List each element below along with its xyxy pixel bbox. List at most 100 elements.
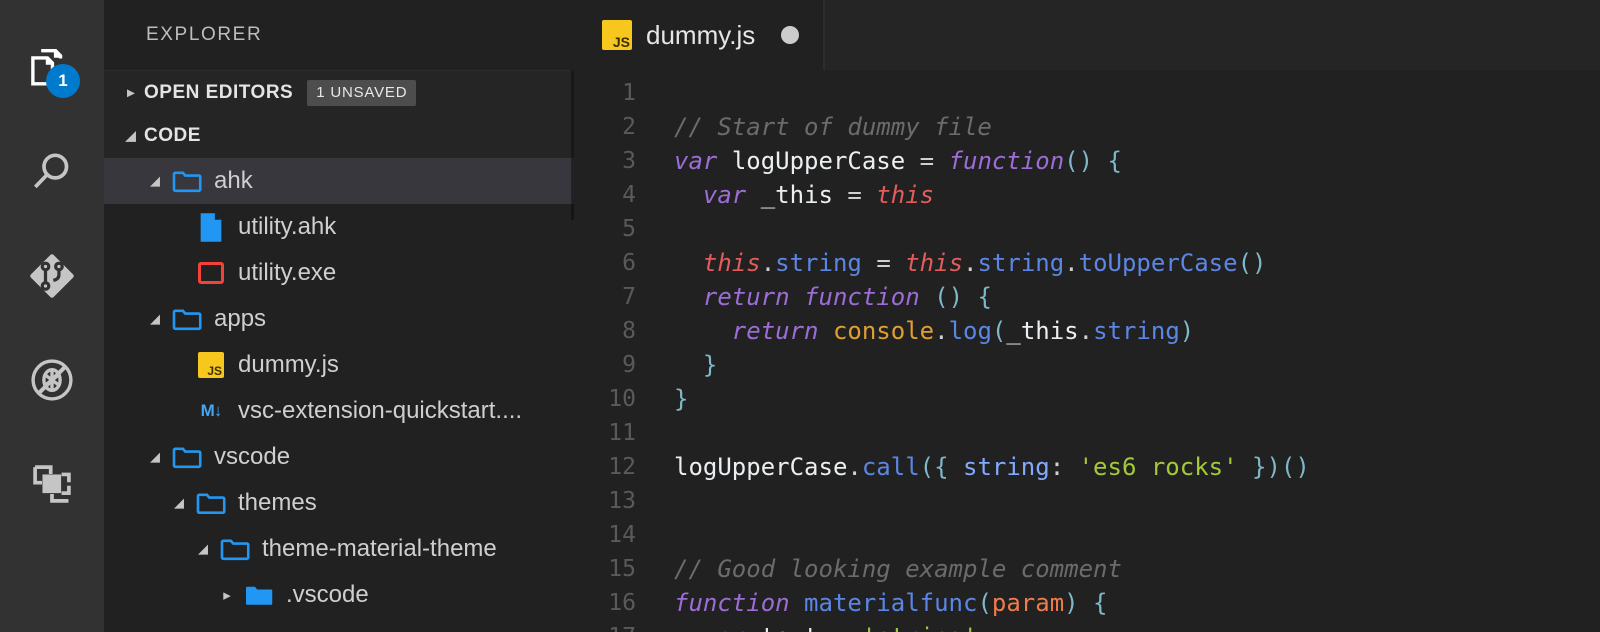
line-number: 5 <box>622 216 636 242</box>
explorer-sidebar: EXPLORER OPEN EDITORS 1 UNSAVED CODE ahk… <box>104 0 574 632</box>
line-number-gutter: 1234567891011121314151617 <box>574 76 650 632</box>
line-number: 4 <box>622 182 636 208</box>
explorer-badge: 1 <box>46 64 80 98</box>
line-number: 1 <box>622 80 636 106</box>
line-number: 2 <box>622 114 636 140</box>
code-line[interactable] <box>674 484 1600 518</box>
activity-item-source-control[interactable] <box>0 224 104 328</box>
line-number: 15 <box>608 556 636 582</box>
sidebar-scrollbar[interactable] <box>571 70 574 220</box>
tree-item-vscode[interactable]: vscode <box>104 434 574 480</box>
chevron-right-icon[interactable] <box>214 586 240 604</box>
debug-no-icon <box>25 353 79 407</box>
extensions-icon <box>26 458 78 510</box>
file-js-icon: JS <box>602 20 632 50</box>
chevron-down-icon[interactable] <box>190 541 216 557</box>
code-line[interactable] <box>674 518 1600 552</box>
tree-item-theme-material-theme[interactable]: theme-material-theme <box>104 526 574 572</box>
code-line[interactable]: // Good looking example comment <box>674 552 1600 586</box>
file-exe-icon <box>192 262 230 284</box>
editor-tab-bar: JS dummy.js <box>574 0 1600 70</box>
line-number: 17 <box>574 620 636 632</box>
file-tree: ahk utility.ahk utility.exe apps JS dummy.js M… <box>104 158 574 632</box>
folder-open-icon <box>192 491 230 515</box>
code-line[interactable]: var text = 'string'; <box>674 620 1600 632</box>
folder-open-icon <box>216 537 254 561</box>
tree-item-vsc-extension-quickstart[interactable]: M↓ vsc-extension-quickstart.... <box>104 388 574 434</box>
line-number: 12 <box>608 454 636 480</box>
section-open-editors[interactable]: OPEN EDITORS 1 UNSAVED <box>104 70 574 114</box>
activity-item-extensions[interactable] <box>0 432 104 536</box>
code-line[interactable]: // Start of dummy file <box>674 110 1600 144</box>
code-line[interactable]: logUpperCase.call({ string: 'es6 rocks' … <box>674 450 1600 484</box>
chevron-down-icon[interactable] <box>142 173 168 189</box>
chevron-down-icon[interactable] <box>166 495 192 511</box>
folder-solid-icon <box>240 583 278 607</box>
chevron-right-icon[interactable] <box>118 84 144 101</box>
activity-item-search[interactable] <box>0 120 104 224</box>
tree-item-label: vscode <box>214 443 291 470</box>
file-ahk-icon <box>192 212 230 243</box>
tree-item-dummy-js[interactable]: JS dummy.js <box>104 342 574 388</box>
line-number: 13 <box>608 488 636 514</box>
tree-item-label: ahk <box>214 167 253 194</box>
tab-dummy-js[interactable]: JS dummy.js <box>574 0 825 70</box>
code-line[interactable]: this.string = this.string.toUpperCase() <box>674 246 1600 280</box>
sidebar-title: EXPLORER <box>104 0 574 70</box>
code-line[interactable] <box>674 416 1600 450</box>
code-line[interactable]: } <box>674 348 1600 382</box>
folder-open-icon <box>168 307 206 331</box>
tree-item-label: dummy.js <box>238 351 339 378</box>
line-number: 10 <box>608 386 636 412</box>
tree-item-themes[interactable]: themes <box>104 480 574 526</box>
tree-item-label: apps <box>214 305 267 332</box>
chevron-down-icon[interactable] <box>142 449 168 465</box>
code-editor[interactable]: 1234567891011121314151617 // Start of du… <box>574 70 1600 632</box>
search-icon <box>26 146 78 198</box>
line-number: 9 <box>622 352 636 378</box>
chevron-down-icon[interactable] <box>118 128 144 144</box>
code-line[interactable] <box>674 212 1600 246</box>
vscode-window: 1 EXPLORER ▸ OPEN EDITORS 1 UNSAVED ◢ CO… <box>0 0 1600 632</box>
tree-item-label: utility.ahk <box>238 213 337 240</box>
unsaved-badge: 1 UNSAVED <box>307 79 417 106</box>
folder-open-icon <box>168 169 206 193</box>
code-line[interactable]: return function () { <box>674 280 1600 314</box>
activity-item-debug[interactable] <box>0 328 104 432</box>
tree-item-vscode[interactable]: .vscode <box>104 572 574 618</box>
tree-item-label: utility.exe <box>238 259 337 286</box>
code-line[interactable]: function materialfunc(param) { <box>674 586 1600 620</box>
dirty-indicator-icon[interactable] <box>781 26 800 44</box>
code-line[interactable]: var _this = this <box>674 178 1600 212</box>
tab-label: dummy.js <box>646 19 756 50</box>
chevron-down-icon[interactable] <box>142 311 168 327</box>
line-number: 7 <box>622 284 636 310</box>
tree-item-label: .vscode <box>286 581 369 608</box>
activity-bar: 1 <box>0 0 104 632</box>
line-number: 11 <box>608 420 636 446</box>
section-code-label: CODE <box>144 125 201 146</box>
editor-group: JS dummy.js 1234567891011121314151617 //… <box>574 0 1600 632</box>
tree-item-utility-exe[interactable]: utility.exe <box>104 250 574 296</box>
tree-item-label: theme-material-theme <box>262 535 497 562</box>
line-number: 14 <box>608 522 636 548</box>
code-content[interactable]: // Start of dummy file var logUpperCase =… <box>650 76 1600 632</box>
tree-item-label: vsc-extension-quickstart.... <box>238 397 523 424</box>
line-number: 6 <box>622 250 636 276</box>
tab-bar-filler <box>824 0 1600 70</box>
code-line[interactable] <box>674 76 1600 110</box>
tree-item-ahk[interactable]: ahk <box>104 158 574 204</box>
tree-item-label: themes <box>238 489 317 516</box>
line-number: 8 <box>622 318 636 344</box>
tree-item-apps[interactable]: apps <box>104 296 574 342</box>
code-line[interactable]: } <box>674 382 1600 416</box>
line-number: 16 <box>608 590 636 616</box>
code-line[interactable]: var logUpperCase = function() { <box>674 144 1600 178</box>
section-code[interactable]: CODE <box>104 114 574 158</box>
activity-item-explorer[interactable]: 1 <box>0 16 104 120</box>
tree-item-utility-ahk[interactable]: utility.ahk <box>104 204 574 250</box>
folder-open-icon <box>168 445 206 469</box>
file-markdown-icon: M↓ <box>200 401 223 420</box>
code-line[interactable]: return console.log(_this.string) <box>674 314 1600 348</box>
section-open-editors-label: OPEN EDITORS <box>144 81 294 103</box>
